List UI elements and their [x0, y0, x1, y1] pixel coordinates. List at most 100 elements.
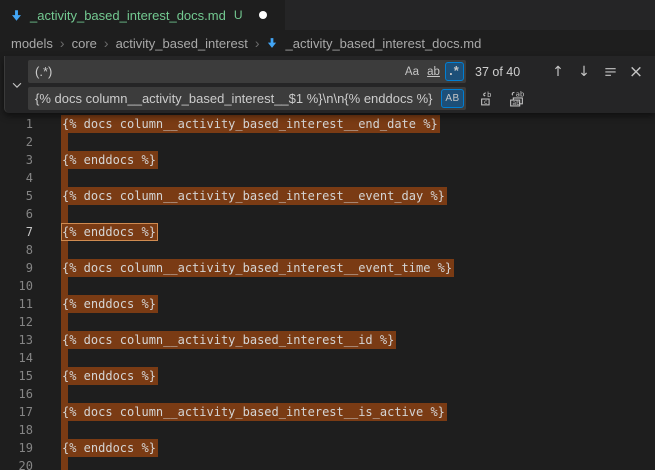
find-match-highlight: {% enddocs %}	[61, 367, 158, 385]
code-line[interactable]: 18	[0, 421, 655, 439]
line-number: 14	[0, 349, 33, 367]
breadcrumb-item-core[interactable]: core	[72, 36, 97, 51]
line-number: 10	[0, 277, 33, 295]
vscode-window: _activity_based_interest_docs.md U model…	[0, 0, 655, 470]
empty-line-match-highlight	[61, 241, 68, 259]
line-number: 5	[0, 187, 33, 205]
replace-row: {% docs column__activity_based_interest_…	[28, 87, 646, 110]
replace-button[interactable]: b c	[477, 89, 497, 109]
line-number: 1	[0, 115, 33, 133]
code-line[interactable]: 20	[0, 457, 655, 470]
code-line[interactable]: 8	[0, 241, 655, 259]
replace-all-button[interactable]: ab ab	[506, 89, 526, 109]
line-number: 4	[0, 169, 33, 187]
breadcrumb: models › core › activity_based_interest …	[0, 30, 655, 56]
next-match-button[interactable]: ↓	[575, 62, 593, 82]
code-line[interactable]: 11 {% enddocs %}	[0, 295, 655, 313]
code-line[interactable]: 5 {% docs column__activity_based_interest…	[0, 187, 655, 205]
line-number: 17	[0, 403, 33, 421]
find-match-highlight: {% docs column__activity_based_interest_…	[61, 331, 396, 349]
empty-line-match-highlight	[61, 385, 68, 403]
find-in-selection-button[interactable]	[601, 62, 619, 82]
find-match-highlight: {% enddocs %}	[61, 295, 158, 313]
find-match-highlight: {% docs column__activity_based_interest_…	[61, 187, 447, 205]
find-input[interactable]: (.*) Aa ab .*	[28, 60, 466, 83]
line-number: 3	[0, 151, 33, 169]
match-case-button[interactable]: Aa	[402, 62, 422, 81]
find-replace-widget: (.*) Aa ab .* 37 of 40 ↑ ↓	[4, 56, 655, 113]
editor-pane[interactable]: 1 {% docs column__activity_based_interest…	[0, 115, 655, 470]
find-match-highlight: {% docs column__activity_based_interest_…	[61, 403, 447, 421]
empty-line-match-highlight	[61, 313, 68, 331]
preserve-case-button[interactable]: AB	[441, 89, 464, 108]
current-find-match: {% enddocs %}	[61, 223, 158, 241]
code-line[interactable]: 19 {% enddocs %}	[0, 439, 655, 457]
toggle-replace-button[interactable]	[5, 56, 28, 113]
code-line[interactable]: 15 {% enddocs %}	[0, 367, 655, 385]
chevron-right-icon: ›	[255, 36, 260, 50]
line-number: 12	[0, 313, 33, 331]
code-line[interactable]: 9 {% docs column__activity_based_interest…	[0, 259, 655, 277]
whole-word-button[interactable]: ab	[424, 62, 443, 81]
code-line[interactable]: 4	[0, 169, 655, 187]
line-number: 9	[0, 259, 33, 277]
code-line[interactable]: 6	[0, 205, 655, 223]
empty-line-match-highlight	[61, 133, 68, 151]
line-number: 15	[0, 367, 33, 385]
tab-filename: _activity_based_interest_docs.md	[30, 8, 226, 23]
empty-line-match-highlight	[61, 457, 68, 470]
line-number: 11	[0, 295, 33, 313]
chevron-right-icon: ›	[60, 36, 65, 50]
line-number: 7	[0, 223, 33, 241]
line-number: 8	[0, 241, 33, 259]
markdown-file-icon	[266, 37, 278, 49]
breadcrumb-item-file[interactable]: _activity_based_interest_docs.md	[285, 36, 481, 51]
code-line[interactable]: 2	[0, 133, 655, 151]
line-number: 18	[0, 421, 33, 439]
markdown-file-icon	[10, 9, 23, 22]
tab-bar: _activity_based_interest_docs.md U	[0, 0, 655, 30]
find-row: (.*) Aa ab .* 37 of 40 ↑ ↓	[28, 60, 646, 83]
unsaved-dot-icon[interactable]	[259, 11, 267, 19]
empty-line-match-highlight	[61, 349, 68, 367]
code-line[interactable]: 16	[0, 385, 655, 403]
line-number: 13	[0, 331, 33, 349]
code-line[interactable]: 17 {% docs column__activity_based_interes…	[0, 403, 655, 421]
svg-text:b: b	[486, 90, 491, 99]
svg-text:c: c	[483, 98, 487, 106]
code-line[interactable]: 10	[0, 277, 655, 295]
match-count: 37 of 40	[475, 65, 520, 79]
empty-line-match-highlight	[61, 205, 68, 223]
code-line[interactable]: 13 {% docs column__activity_based_interes…	[0, 331, 655, 349]
line-number: 20	[0, 457, 33, 470]
find-match-highlight: {% enddocs %}	[61, 151, 158, 169]
close-icon[interactable]: ×	[627, 62, 645, 82]
replace-value-text: {% docs column__activity_based_interest_…	[35, 91, 441, 106]
find-query-text: (.*)	[35, 64, 402, 79]
find-match-highlight: {% docs column__activity_based_interest_…	[61, 259, 454, 277]
find-match-highlight: {% docs column__activity_based_interest_…	[61, 115, 440, 133]
empty-line-match-highlight	[61, 277, 68, 295]
replace-input[interactable]: {% docs column__activity_based_interest_…	[28, 87, 466, 110]
code-line[interactable]: 12	[0, 313, 655, 331]
svg-text:ab: ab	[515, 90, 524, 98]
svg-text:ab: ab	[512, 99, 520, 107]
line-number: 2	[0, 133, 33, 151]
line-number: 19	[0, 439, 33, 457]
code-line[interactable]: 14	[0, 349, 655, 367]
empty-line-match-highlight	[61, 421, 68, 439]
git-status-badge: U	[234, 8, 243, 22]
line-number: 6	[0, 205, 33, 223]
chevron-right-icon: ›	[104, 36, 109, 50]
code-line[interactable]: 3 {% enddocs %}	[0, 151, 655, 169]
tab-active-file[interactable]: _activity_based_interest_docs.md U	[0, 0, 285, 30]
empty-line-match-highlight	[61, 169, 68, 187]
line-number: 16	[0, 385, 33, 403]
breadcrumb-item-folder[interactable]: activity_based_interest	[116, 36, 248, 51]
regex-button[interactable]: .*	[445, 62, 464, 81]
find-match-highlight: {% enddocs %}	[61, 439, 158, 457]
code-line[interactable]: 1 {% docs column__activity_based_interest…	[0, 115, 655, 133]
previous-match-button[interactable]: ↑	[549, 62, 567, 82]
breadcrumb-item-models[interactable]: models	[11, 36, 53, 51]
code-line[interactable]: 7 {% enddocs %}	[0, 223, 655, 241]
